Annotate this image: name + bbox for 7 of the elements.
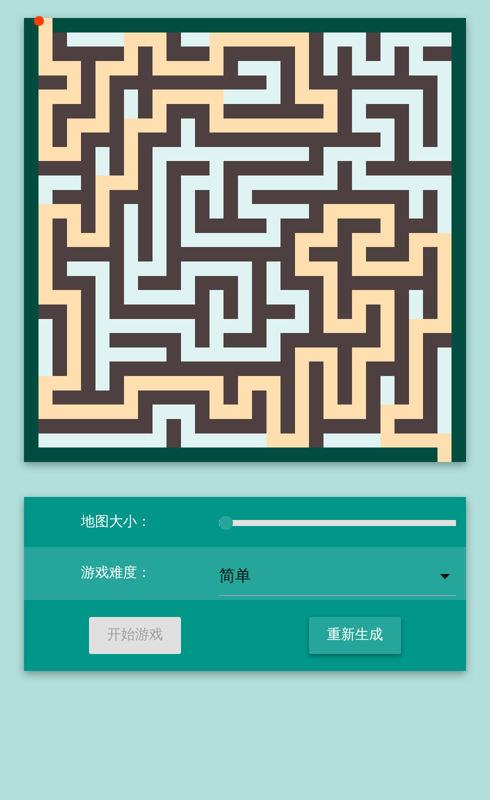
setting-label: 游戏难度： (81, 564, 152, 583)
slider-thumb[interactable] (219, 516, 233, 530)
setting-label: 地图大小： (81, 512, 152, 532)
caret-icon (440, 574, 450, 578)
player-dot-icon (34, 16, 44, 26)
difficulty-dropdown[interactable]: 简单 (219, 558, 456, 596)
regenerate-button[interactable]: 重新生成 (309, 617, 401, 654)
